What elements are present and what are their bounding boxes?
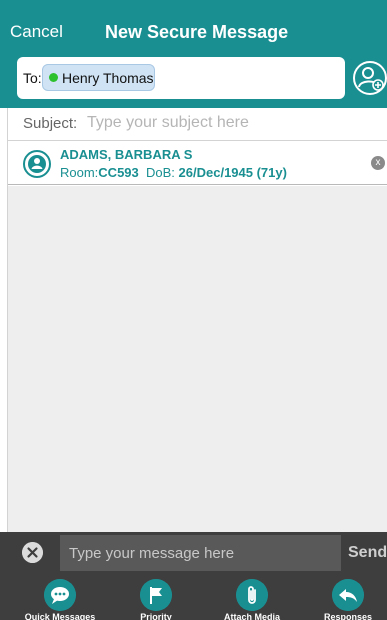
patient-avatar-icon	[23, 150, 51, 178]
message-input[interactable]	[60, 535, 341, 571]
patient-details: Room:CC593 DoB: 26/Dec/1945 (71y)	[60, 165, 287, 180]
attach-media-label: Attach Media	[223, 612, 280, 620]
recipient-chip[interactable]: Henry Thomas	[42, 64, 155, 91]
responses-button[interactable]: Responses	[300, 579, 387, 620]
patient-row[interactable]: ADAMS, BARBARA S Room:CC593 DoB: 26/Dec/…	[8, 142, 387, 185]
header-bar: Cancel New Secure Message To: Henry Thom…	[0, 0, 387, 108]
quick-messages-button[interactable]: Quick Messages	[12, 579, 108, 620]
remove-patient-button[interactable]: x	[371, 156, 385, 170]
priority-button[interactable]: Priority	[108, 579, 204, 620]
reply-icon	[332, 579, 364, 611]
clear-icon[interactable]	[22, 542, 43, 563]
subject-input[interactable]	[87, 111, 377, 135]
room-number: CC593	[98, 165, 139, 180]
page-title: New Secure Message	[105, 22, 289, 42]
paperclip-icon	[236, 579, 268, 611]
dob-value: 26/Dec/1945 (71y)	[178, 165, 287, 180]
subject-label: Subject:	[23, 115, 78, 132]
composer-bar: Send Quick Messages Priority Attach Medi…	[0, 532, 387, 620]
send-button[interactable]: Send	[348, 544, 387, 562]
subject-row: Subject:	[8, 108, 387, 141]
to-field[interactable]: To: Henry Thomas	[17, 57, 345, 99]
dob-label: DoB:	[146, 165, 175, 180]
cancel-button[interactable]: Cancel	[10, 22, 63, 42]
flag-icon	[140, 579, 172, 611]
chat-bubble-icon	[44, 579, 76, 611]
patient-name: ADAMS, BARBARA S	[60, 147, 193, 162]
quick-messages-label: Quick Messages	[24, 612, 96, 620]
priority-label: Priority	[140, 612, 172, 620]
responses-label: Responses	[323, 612, 373, 620]
to-label: To:	[23, 70, 42, 86]
attach-media-button[interactable]: Attach Media	[204, 579, 300, 620]
message-body-area[interactable]	[8, 186, 387, 532]
room-label: Room:	[60, 165, 99, 180]
recipient-name: Henry Thomas	[62, 70, 154, 86]
online-status-dot	[49, 73, 58, 82]
add-contact-icon[interactable]	[352, 60, 387, 96]
left-border	[0, 108, 8, 532]
